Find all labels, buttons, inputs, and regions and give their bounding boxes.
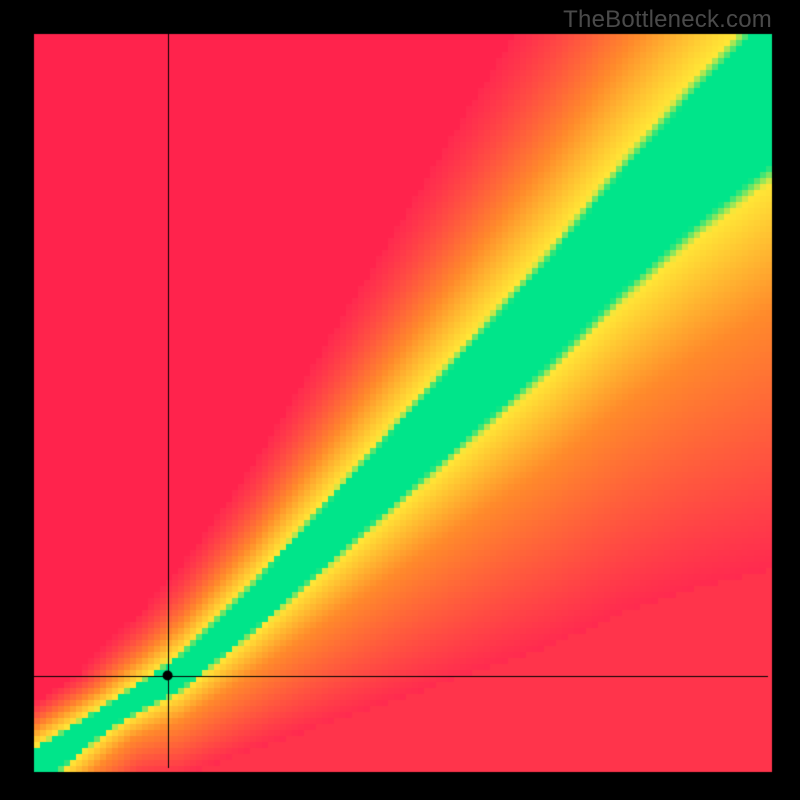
watermark-text: TheBottleneck.com: [563, 6, 772, 34]
chart-frame: TheBottleneck.com: [0, 0, 800, 800]
bottleneck-heatmap: [0, 0, 800, 800]
